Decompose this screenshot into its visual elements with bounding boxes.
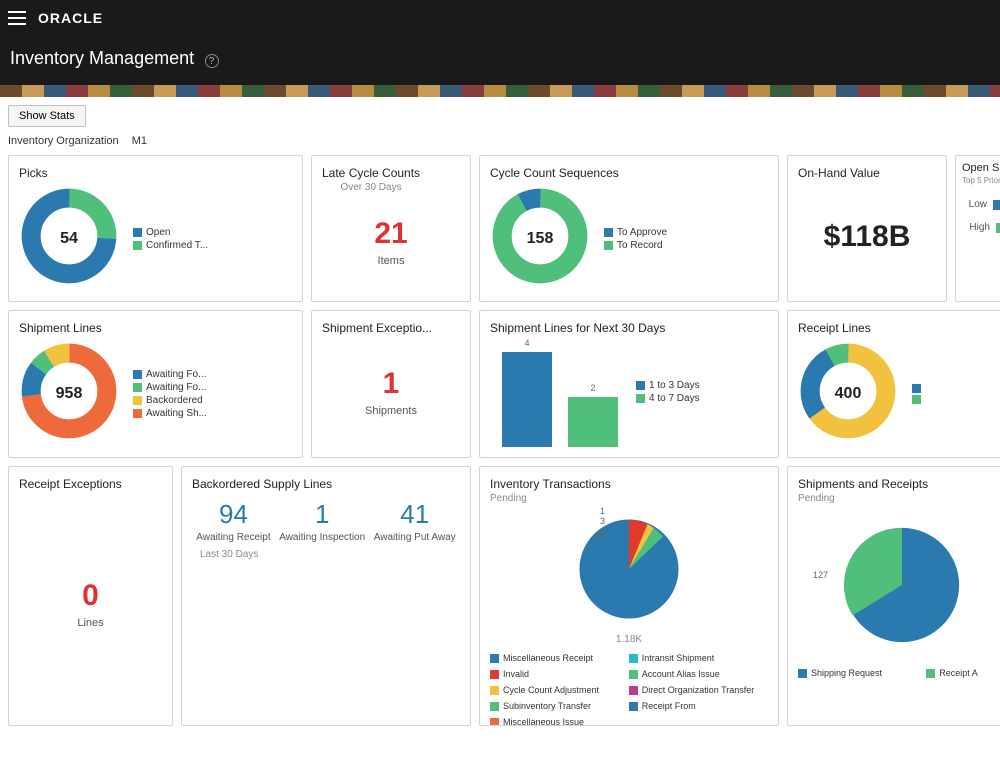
inv-txn-pie [564, 504, 694, 634]
receipt-exceptions-value: 0 [82, 579, 99, 613]
inv-txn-legend: Miscellaneous Receipt Intransit Shipment… [490, 651, 768, 726]
card-receipt-lines[interactable]: Receipt Lines 400 [787, 310, 1000, 458]
card-title: Receipt Exceptions [19, 477, 122, 491]
card-cycle-count-sequences[interactable]: Cycle Count Sequences 158 To Approve To … [479, 155, 779, 302]
card-title: Inventory Transactions [490, 477, 768, 491]
org-label: Inventory Organization [8, 135, 119, 147]
receipt-lines-donut: 400 [798, 341, 898, 446]
card-title: On-Hand Value [798, 166, 880, 180]
card-title: Open Sh [962, 162, 1000, 174]
toolbar: Show Stats [0, 97, 1000, 135]
card-subtitle: Top 5 Prior [962, 176, 1000, 185]
receipt-exceptions-unit: Lines [77, 617, 103, 629]
card-title: Picks [19, 166, 292, 180]
card-title: Receipt Lines [798, 321, 1000, 335]
card-title: Shipment Lines [19, 321, 292, 335]
page-title-bar: Inventory Management ? [0, 36, 1000, 85]
decorative-strip [0, 85, 1000, 97]
show-stats-button[interactable]: Show Stats [8, 105, 86, 127]
picks-legend: Open Confirmed T... [133, 225, 208, 253]
card-title: Backordered Supply Lines [192, 477, 460, 491]
shipment-exceptions-unit: Shipments [365, 405, 417, 417]
org-row: Inventory Organization M1 [0, 135, 1000, 155]
shipment-exceptions-value: 1 [383, 367, 400, 401]
card-late-cycle-counts[interactable]: Late Cycle Counts Over 30 Days 21 Items [311, 155, 471, 302]
card-inventory-transactions[interactable]: Inventory Transactions Pending 1 3 65 1.… [479, 466, 779, 726]
global-header: ORACLE [0, 0, 1000, 36]
card-open-shipments[interactable]: Open Sh Top 5 Prior Low High [955, 155, 1000, 302]
late-cycle-unit: Items [378, 255, 405, 267]
shipment-lines-donut: 958 [19, 341, 119, 446]
card-title: Shipment Exceptio... [322, 321, 432, 335]
backordered-subtitle: Last 30 Days [200, 549, 460, 560]
card-backordered-supply-lines[interactable]: Backordered Supply Lines 94Awaiting Rece… [181, 466, 471, 726]
picks-donut: 54 [19, 186, 119, 291]
card-on-hand-value[interactable]: On-Hand Value $118B [787, 155, 947, 302]
ship-rec-legend: Shipping Request Receipt A [798, 666, 1000, 680]
ccs-legend: To Approve To Record [604, 225, 667, 253]
shipment-30d-legend: 1 to 3 Days 4 to 7 Days [636, 378, 700, 406]
receipt-lines-value: 400 [798, 341, 898, 446]
inv-txn-total: 1.18K [616, 634, 642, 645]
card-shipment-lines-30d[interactable]: Shipment Lines for Next 30 Days 4 2 1 to… [479, 310, 779, 458]
on-hand-value: $118B [824, 220, 911, 254]
open-sh-bars: Low High [962, 199, 1000, 233]
card-receipt-exceptions[interactable]: Receipt Exceptions 0 Lines [8, 466, 173, 726]
card-title: Late Cycle Counts [322, 166, 420, 180]
card-title: Shipments and Receipts [798, 477, 1000, 491]
shipment-30d-bars: 4 2 [502, 347, 618, 447]
org-value: M1 [132, 135, 147, 147]
oracle-logo: ORACLE [38, 10, 103, 26]
card-shipment-exceptions[interactable]: Shipment Exceptio... 1 Shipments [311, 310, 471, 458]
ship-rec-pie [827, 510, 977, 660]
ccs-value: 158 [490, 186, 590, 291]
page-title: Inventory Management [10, 48, 194, 69]
card-subtitle: Over 30 Days [322, 182, 420, 193]
card-title: Shipment Lines for Next 30 Days [490, 321, 768, 335]
late-cycle-value: 21 [374, 217, 407, 251]
menu-icon[interactable] [8, 11, 26, 25]
picks-value: 54 [19, 186, 119, 291]
card-subtitle: Pending [490, 493, 768, 504]
card-subtitle: Pending [798, 493, 1000, 504]
shipment-lines-legend: Awaiting Fo... Awaiting Fo... Backordere… [133, 367, 207, 421]
card-shipment-lines[interactable]: Shipment Lines 958 Awaiting Fo... Awaiti… [8, 310, 303, 458]
ccs-donut: 158 [490, 186, 590, 291]
card-picks[interactable]: Picks 54 Open Confirmed T... [8, 155, 303, 302]
receipt-lines-legend [912, 382, 921, 406]
card-shipments-and-receipts[interactable]: Shipments and Receipts Pending 127 Shipp… [787, 466, 1000, 726]
backordered-metrics: 94Awaiting Receipt 1Awaiting Inspection … [192, 499, 460, 543]
shipment-lines-value: 958 [19, 341, 119, 446]
help-icon[interactable]: ? [205, 54, 219, 68]
card-title: Cycle Count Sequences [490, 166, 768, 180]
